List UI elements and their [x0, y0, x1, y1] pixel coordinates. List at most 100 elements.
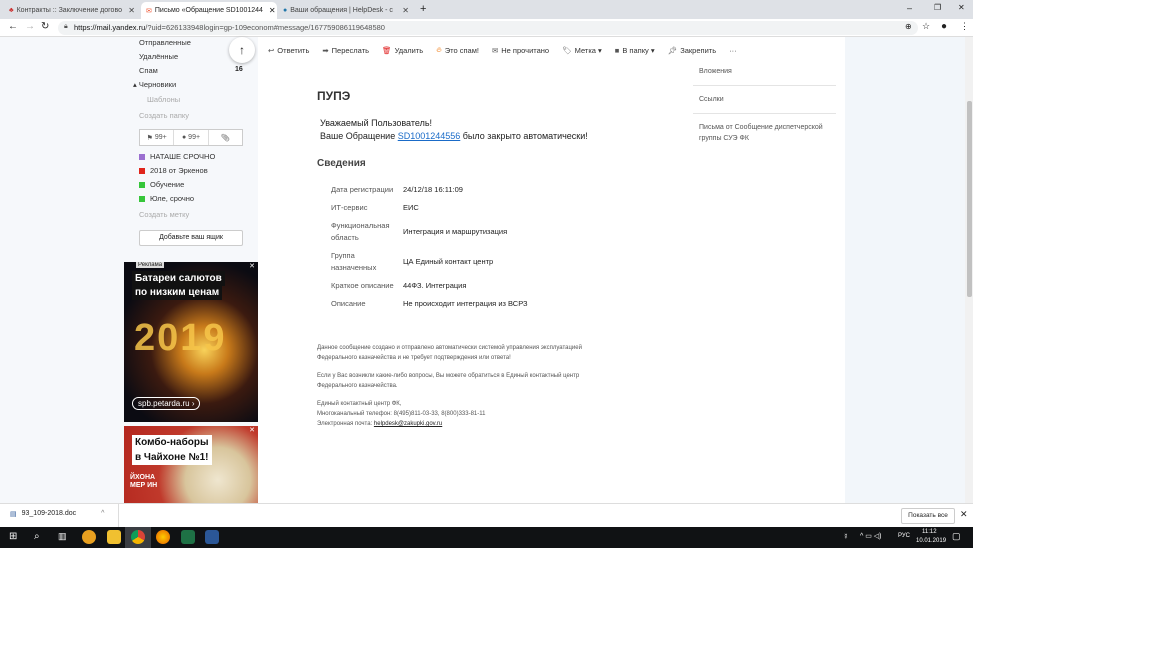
closure-notice: Ваше Обращение SD1001244556 было закрыто…: [320, 131, 588, 141]
close-ad-icon[interactable]: ✕: [249, 262, 255, 270]
scroll-up-button[interactable]: ↑: [229, 37, 255, 63]
label-color: [139, 153, 145, 160]
chrome-icon[interactable]: [131, 530, 145, 544]
back-button[interactable]: ←: [8, 21, 18, 32]
spam-button[interactable]: 🔥︎ Это спам!: [436, 45, 479, 55]
folder-spam[interactable]: Спам: [139, 66, 158, 75]
label-item[interactable]: Обучение: [139, 180, 184, 189]
notifications-icon[interactable]: ▢: [952, 531, 961, 542]
tray-icons[interactable]: ^ ▭ ◁): [860, 532, 882, 540]
windows-start-icon[interactable]: ⊞: [9, 531, 17, 542]
firefox-icon[interactable]: [156, 530, 170, 544]
file-explorer-icon[interactable]: [107, 530, 121, 544]
trash-icon: 🗑︎: [382, 45, 392, 55]
address-bar-row: ← → ↻ 🔒︎ https://mail.yandex.ru/?uid=6261…: [0, 19, 973, 37]
zoom-icon[interactable]: ⊕: [905, 22, 912, 31]
helpdesk-email-link[interactable]: helpdesk@zakupki.gov.ru: [374, 421, 442, 427]
create-label-link[interactable]: Создать метку: [139, 210, 189, 219]
minimize-button[interactable]: –: [907, 3, 912, 13]
label-item[interactable]: 2018 от Эркенов: [139, 166, 208, 175]
ad-headline: Батареи салютов: [132, 271, 225, 286]
mark-unread-button[interactable]: ✉ Не прочитано: [492, 46, 549, 55]
star-icon[interactable]: ☆: [922, 21, 930, 32]
taskbar: ⊞ ⌕ ▥ ☿ ^ ▭ ◁) РУС 11:12 10.01.2019 ▢: [0, 527, 973, 548]
close-ad-icon[interactable]: ✕: [249, 426, 255, 434]
folder-sent[interactable]: Отправленные: [139, 38, 191, 47]
create-folder-link[interactable]: Создать папку: [139, 111, 189, 120]
footer-auto-notice: Данное сообщение создано и отправлено ав…: [317, 345, 582, 361]
tab-helpdesk[interactable]: ● Ваши обращения | HelpDesk - с ✕: [278, 2, 414, 19]
search-icon[interactable]: ⌕: [34, 531, 40, 542]
ad-tag: Реклама: [136, 262, 165, 268]
label-item[interactable]: Юле, срочно: [139, 194, 194, 203]
attachments-filter[interactable]: 📎︎: [209, 130, 242, 145]
label-item[interactable]: НАТАШЕ СРОЧНО: [139, 152, 215, 161]
tab-yandex-mail[interactable]: ✉ Письмо «Обращение SD1001244 ✕: [141, 2, 277, 19]
table-row: Описание Не происходит интеграция из ВСРЗ: [331, 299, 528, 308]
unread-filter[interactable]: ● 99+: [174, 130, 209, 145]
sender-letters-link[interactable]: Письма от Сообщение диспетчерской группы…: [693, 114, 836, 152]
forward-button[interactable]: ➡ Переслать: [322, 46, 369, 55]
add-mailbox-button[interactable]: Добавьте ваш ящик: [139, 230, 243, 246]
chevron-up-icon[interactable]: ^: [101, 510, 104, 518]
url-input[interactable]: 🔒︎ https://mail.yandex.ru/?uid=626133948l…: [58, 21, 918, 35]
envelope-icon: ✉: [491, 45, 499, 55]
close-tab-icon[interactable]: ✕: [399, 6, 409, 15]
app-icon-1c[interactable]: [82, 530, 96, 544]
reply-button[interactable]: ↩ Ответить: [268, 46, 309, 55]
forward-arrow-icon: ➡: [322, 45, 329, 55]
menu-icon[interactable]: ⋮: [960, 21, 969, 32]
close-window-button[interactable]: ✕: [958, 3, 965, 12]
more-button[interactable]: ···: [729, 46, 737, 55]
profile-icon[interactable]: ●: [941, 21, 947, 32]
fire-icon: 🔥︎: [436, 45, 442, 54]
ad-headline: в Чайхоне №1!: [132, 450, 212, 465]
clock-time[interactable]: 11:12: [922, 529, 937, 535]
excel-icon[interactable]: [181, 530, 195, 544]
people-icon[interactable]: ☿: [843, 532, 849, 541]
reload-button[interactable]: ↻: [41, 21, 49, 32]
lock-icon: 🔒︎: [64, 23, 68, 30]
table-row: Функциональная область Интеграция и маршр…: [331, 221, 508, 242]
ad-headline: Комбо-наборы: [132, 435, 212, 450]
label-button[interactable]: 🏷︎ Метка ▾: [562, 46, 602, 55]
language-indicator[interactable]: РУС: [898, 533, 910, 539]
flagged-filter[interactable]: ⚑ 99+: [140, 130, 175, 145]
ad-art: ЙХОНА МЕР ИН: [130, 474, 158, 489]
forward-button[interactable]: →: [25, 21, 35, 32]
related-panel: Вложения Ссылки Письма от Сообщение дисп…: [693, 58, 836, 152]
tab-contracts[interactable]: ♣ Контракты :: Заключение догово ✕: [4, 2, 140, 19]
ad-link[interactable]: spb.petarda.ru ›: [132, 397, 201, 410]
close-download-bar-icon[interactable]: ✕: [960, 509, 968, 520]
attachments-link[interactable]: Вложения: [693, 58, 836, 86]
pin-button[interactable]: 📌︎ Закрепить: [668, 46, 716, 55]
ad-banner-fireworks[interactable]: Реклама ✕ Батареи салютов по низким цена…: [124, 262, 258, 422]
move-to-folder-button[interactable]: ■ В папку ▾: [615, 46, 655, 55]
download-item[interactable]: ▤ 93_109-2018.doc ^: [10, 510, 104, 518]
clock-date[interactable]: 10.01.2019: [916, 538, 946, 544]
new-tab-button[interactable]: +: [420, 3, 426, 15]
filter-buttons: ⚑ 99+ ● 99+ 📎︎: [139, 129, 243, 146]
word-icon[interactable]: [205, 530, 219, 544]
show-all-button[interactable]: Показать все: [901, 508, 955, 524]
tab-bar: ♣ Контракты :: Заключение догово ✕ ✉ Письмо…: [0, 0, 973, 19]
delete-button[interactable]: 🗑︎ Удалить: [382, 46, 423, 55]
dot-icon: ●: [181, 134, 187, 141]
ticket-link[interactable]: SD1001244556: [398, 131, 461, 141]
task-view-icon[interactable]: ▥: [58, 531, 67, 542]
divider: [118, 504, 119, 528]
message-toolbar: ↩ Ответить ➡ Переслать 🗑︎ Удалить 🔥︎ Это спа…: [268, 43, 737, 57]
label-color: [139, 181, 145, 188]
links-link[interactable]: Ссылки: [693, 86, 836, 114]
scrollbar-thumb[interactable]: [967, 101, 972, 297]
folder-deleted[interactable]: Удалённые: [139, 52, 178, 61]
folder-drafts[interactable]: ▴ Черновики: [133, 80, 176, 89]
spam-count: 16: [235, 66, 243, 73]
folder-templates[interactable]: Шаблоны: [147, 95, 180, 104]
ad-banner-chaihona[interactable]: ✕ Комбо-наборы в Чайхоне №1! ЙХОНА МЕР И…: [124, 426, 258, 503]
label-color: [139, 195, 145, 202]
close-tab-icon[interactable]: ✕: [266, 6, 276, 15]
close-tab-icon[interactable]: ✕: [125, 6, 135, 15]
mail-icon: ✉: [146, 7, 152, 15]
restore-button[interactable]: ❐: [934, 3, 941, 12]
